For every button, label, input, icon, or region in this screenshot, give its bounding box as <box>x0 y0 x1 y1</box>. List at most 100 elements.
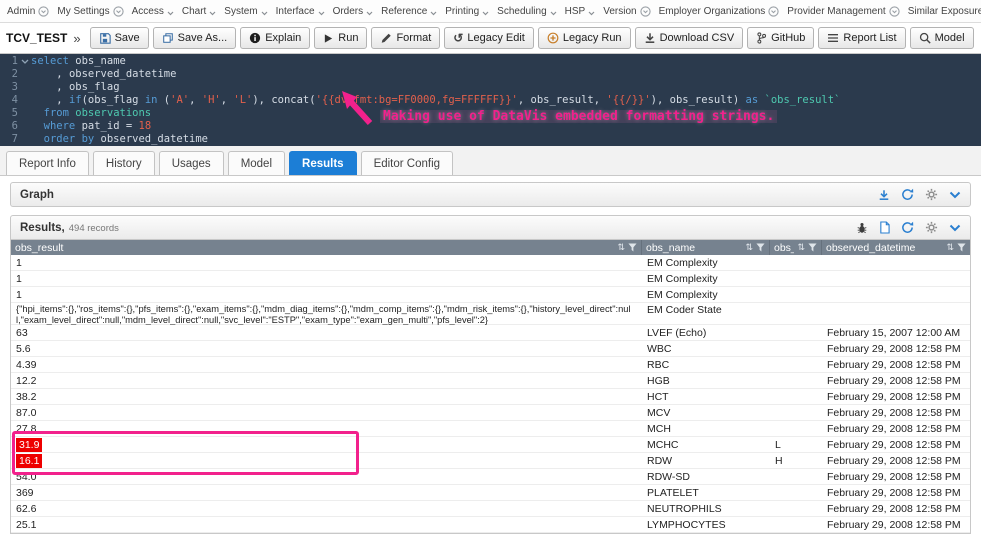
funnel-icon[interactable] <box>756 243 765 252</box>
code-token: `obs_result` <box>758 94 840 106</box>
nav-item-access[interactable]: Access <box>132 6 174 17</box>
nav-item-provider-management[interactable]: Provider Management <box>787 6 899 17</box>
tab-report-info[interactable]: Report Info <box>6 151 89 175</box>
nav-item-my-settings[interactable]: My Settings <box>57 6 123 17</box>
cell-observed_datetime: February 29, 2008 12:58 PM <box>822 519 970 531</box>
column-header-obs_flag[interactable]: obs_flag⇅ <box>770 240 822 255</box>
sql-editor[interactable]: 1select obs_name2 , observed_datetime3 ,… <box>0 54 981 146</box>
alert-value-chip: 31.9 <box>16 438 42 452</box>
code-token: from <box>31 107 69 119</box>
nav-item-hsp[interactable]: HSP <box>565 6 596 17</box>
nav-item-chart[interactable]: Chart <box>182 6 216 17</box>
download-csv-button[interactable]: Download CSV <box>635 27 744 49</box>
code-token: obs_name <box>69 55 126 67</box>
nav-item-similar-exposure-groups-segs[interactable]: Similar Exposure Groups (SEGs) <box>908 6 981 17</box>
tiny-caret-icon <box>550 11 557 16</box>
legacy-edit-button[interactable]: ↺Legacy Edit <box>444 27 534 49</box>
table-row: 1EM Complexity <box>11 255 970 271</box>
cell-observed_datetime: February 29, 2008 12:58 PM <box>822 375 970 387</box>
refresh-icon[interactable] <box>901 221 914 234</box>
graph-panel-header[interactable]: Graph <box>10 182 971 207</box>
alert-value-chip: 16.1 <box>16 454 42 468</box>
column-header-observed_datetime[interactable]: observed_datetime⇅ <box>822 240 970 255</box>
gear-icon[interactable] <box>925 188 938 201</box>
explain-button[interactable]: Explain <box>240 27 310 49</box>
legacy-run-button[interactable]: Legacy Run <box>538 27 631 49</box>
chevron-down-icon[interactable] <box>949 224 961 232</box>
run-button[interactable]: Run <box>314 27 367 49</box>
code-text: select obs_name <box>31 55 126 68</box>
line-number: 2 <box>0 68 18 81</box>
tab-history[interactable]: History <box>93 151 155 175</box>
report-expander[interactable]: » <box>73 31 80 46</box>
funnel-icon[interactable] <box>628 243 637 252</box>
report-list-button[interactable]: Report List <box>818 27 905 49</box>
annotation-arrow-icon <box>336 90 376 126</box>
sort-icon[interactable]: ⇅ <box>946 242 954 253</box>
code-token: , <box>189 94 202 106</box>
funnel-icon[interactable] <box>808 243 817 252</box>
refresh-icon[interactable] <box>901 188 914 201</box>
download-icon[interactable] <box>878 189 890 201</box>
table-row: 16.1RDWHFebruary 29, 2008 12:58 PM <box>11 453 970 469</box>
code-token: observed_datetime <box>94 133 208 145</box>
nav-item-system[interactable]: System <box>224 6 267 17</box>
nav-item-orders[interactable]: Orders <box>333 6 374 17</box>
nav-item-reference[interactable]: Reference <box>381 6 437 17</box>
cell-obs_name: EM Complexity <box>642 289 770 301</box>
nav-item-admin[interactable]: Admin <box>7 6 49 17</box>
chevron-down-icon[interactable] <box>949 191 961 199</box>
results-panel-header[interactable]: Results, 494 records <box>10 215 971 240</box>
cell-obs_result: 1 <box>11 289 642 301</box>
column-header-obs_name[interactable]: obs_name⇅ <box>642 240 770 255</box>
tab-editor-config[interactable]: Editor Config <box>361 151 453 175</box>
tab-model[interactable]: Model <box>228 151 285 175</box>
plus-icon <box>547 32 559 44</box>
page-icon[interactable] <box>879 221 890 234</box>
nav-item-label: Chart <box>182 6 206 17</box>
save-as-button[interactable]: Save As... <box>153 27 237 49</box>
sort-icon[interactable]: ⇅ <box>797 242 805 253</box>
funnel-icon[interactable] <box>957 243 966 252</box>
sort-icon[interactable]: ⇅ <box>617 242 625 253</box>
code-text: , observed_datetime <box>31 68 176 81</box>
tiny-caret-icon <box>430 11 437 16</box>
github-button[interactable]: GitHub <box>747 27 814 49</box>
results-record-count: 494 records <box>69 223 119 234</box>
code-text: , if(obs_flag in ('A', 'H', 'L'), concat… <box>31 94 840 107</box>
nav-item-label: Version <box>603 6 636 17</box>
button-label: GitHub <box>771 32 805 44</box>
format-button[interactable]: Format <box>371 27 440 49</box>
code-token: pat_id <box>75 120 126 132</box>
results-tabs: Report InfoHistoryUsagesModelResultsEdit… <box>0 146 981 176</box>
cell-observed_datetime: February 29, 2008 12:58 PM <box>822 391 970 403</box>
cell-obs_flag <box>770 303 822 304</box>
line-number: 7 <box>0 133 18 146</box>
save-button[interactable]: Save <box>90 27 149 49</box>
nav-item-employer-organizations[interactable]: Employer Organizations <box>659 6 780 17</box>
column-header-obs_result[interactable]: obs_result⇅ <box>11 240 642 255</box>
bug-icon[interactable] <box>856 222 868 234</box>
list-icon <box>827 33 839 43</box>
nav-item-scheduling[interactable]: Scheduling <box>497 6 556 17</box>
nav-item-printing[interactable]: Printing <box>445 6 489 17</box>
model-button[interactable]: Model <box>910 27 974 49</box>
info-icon <box>249 32 261 44</box>
graph-panel-icons <box>878 188 961 201</box>
tab-usages[interactable]: Usages <box>159 151 224 175</box>
fold-slot <box>18 120 31 133</box>
cell-obs_name: EM Complexity <box>642 257 770 269</box>
cell-obs_name: MCH <box>642 423 770 435</box>
code-token: '{{/}}' <box>606 94 650 106</box>
branch-icon <box>756 32 767 44</box>
nav-item-label: Scheduling <box>497 6 546 17</box>
gear-icon[interactable] <box>925 221 938 234</box>
table-row: 63LVEF (Echo)February 15, 2007 12:00 AM <box>11 325 970 341</box>
download-icon <box>644 32 656 44</box>
cell-observed_datetime: February 29, 2008 12:58 PM <box>822 455 970 467</box>
top-nav: Admin My Settings Access Chart System Interfa… <box>0 0 981 23</box>
nav-item-interface[interactable]: Interface <box>276 6 325 17</box>
sort-icon[interactable]: ⇅ <box>745 242 753 253</box>
tab-results[interactable]: Results <box>289 151 357 175</box>
nav-item-version[interactable]: Version <box>603 6 650 17</box>
